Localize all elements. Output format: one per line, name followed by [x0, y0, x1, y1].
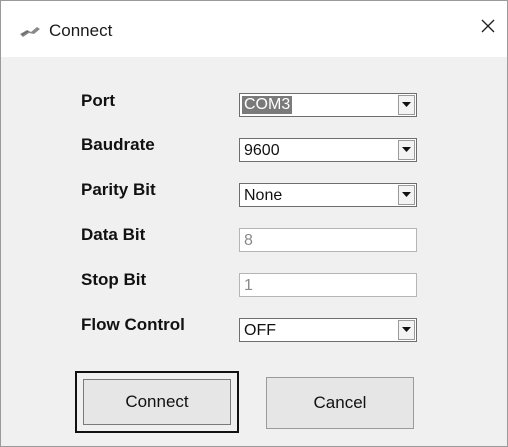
chevron-down-icon[interactable]	[398, 140, 415, 160]
data-bit-label: Data Bit	[81, 225, 146, 244]
dialog-body: Port COM3 Baudrate 9600 Parity Bit None …	[2, 58, 506, 445]
baudrate-select[interactable]: 9600	[239, 138, 417, 162]
connect-button[interactable]: Connect	[75, 371, 239, 433]
chevron-down-icon[interactable]	[398, 320, 415, 340]
connect-button-label: Connect	[125, 392, 189, 411]
plug-icon	[19, 25, 41, 39]
port-select[interactable]: COM3	[239, 93, 417, 117]
data-bit-value: 8	[244, 232, 253, 249]
flow-control-select[interactable]: OFF	[239, 318, 417, 342]
flow-control-label: Flow Control	[81, 315, 185, 334]
flow-control-value: OFF	[244, 322, 276, 339]
cancel-button[interactable]: Cancel	[266, 377, 414, 429]
parity-bit-label: Parity Bit	[81, 180, 156, 199]
stop-bit-field[interactable]: 1	[239, 273, 417, 297]
close-icon	[480, 18, 496, 39]
parity-bit-value: None	[244, 187, 283, 204]
window-title: Connect	[49, 21, 113, 40]
port-value: COM3	[242, 96, 293, 114]
connect-dialog: Connect Port COM3 Baudrate 9600 Parity B…	[0, 0, 508, 447]
close-button[interactable]	[473, 13, 503, 43]
port-label: Port	[81, 91, 115, 110]
data-bit-field[interactable]: 8	[239, 228, 417, 252]
cancel-button-label: Cancel	[313, 393, 367, 412]
baudrate-value: 9600	[244, 142, 280, 159]
title-bar: Connect	[1, 1, 507, 57]
chevron-down-icon[interactable]	[398, 185, 415, 205]
stop-bit-label: Stop Bit	[81, 270, 147, 289]
stop-bit-value: 1	[244, 277, 253, 294]
parity-bit-select[interactable]: None	[239, 183, 417, 207]
chevron-down-icon[interactable]	[398, 95, 415, 115]
baudrate-label: Baudrate	[81, 135, 155, 154]
